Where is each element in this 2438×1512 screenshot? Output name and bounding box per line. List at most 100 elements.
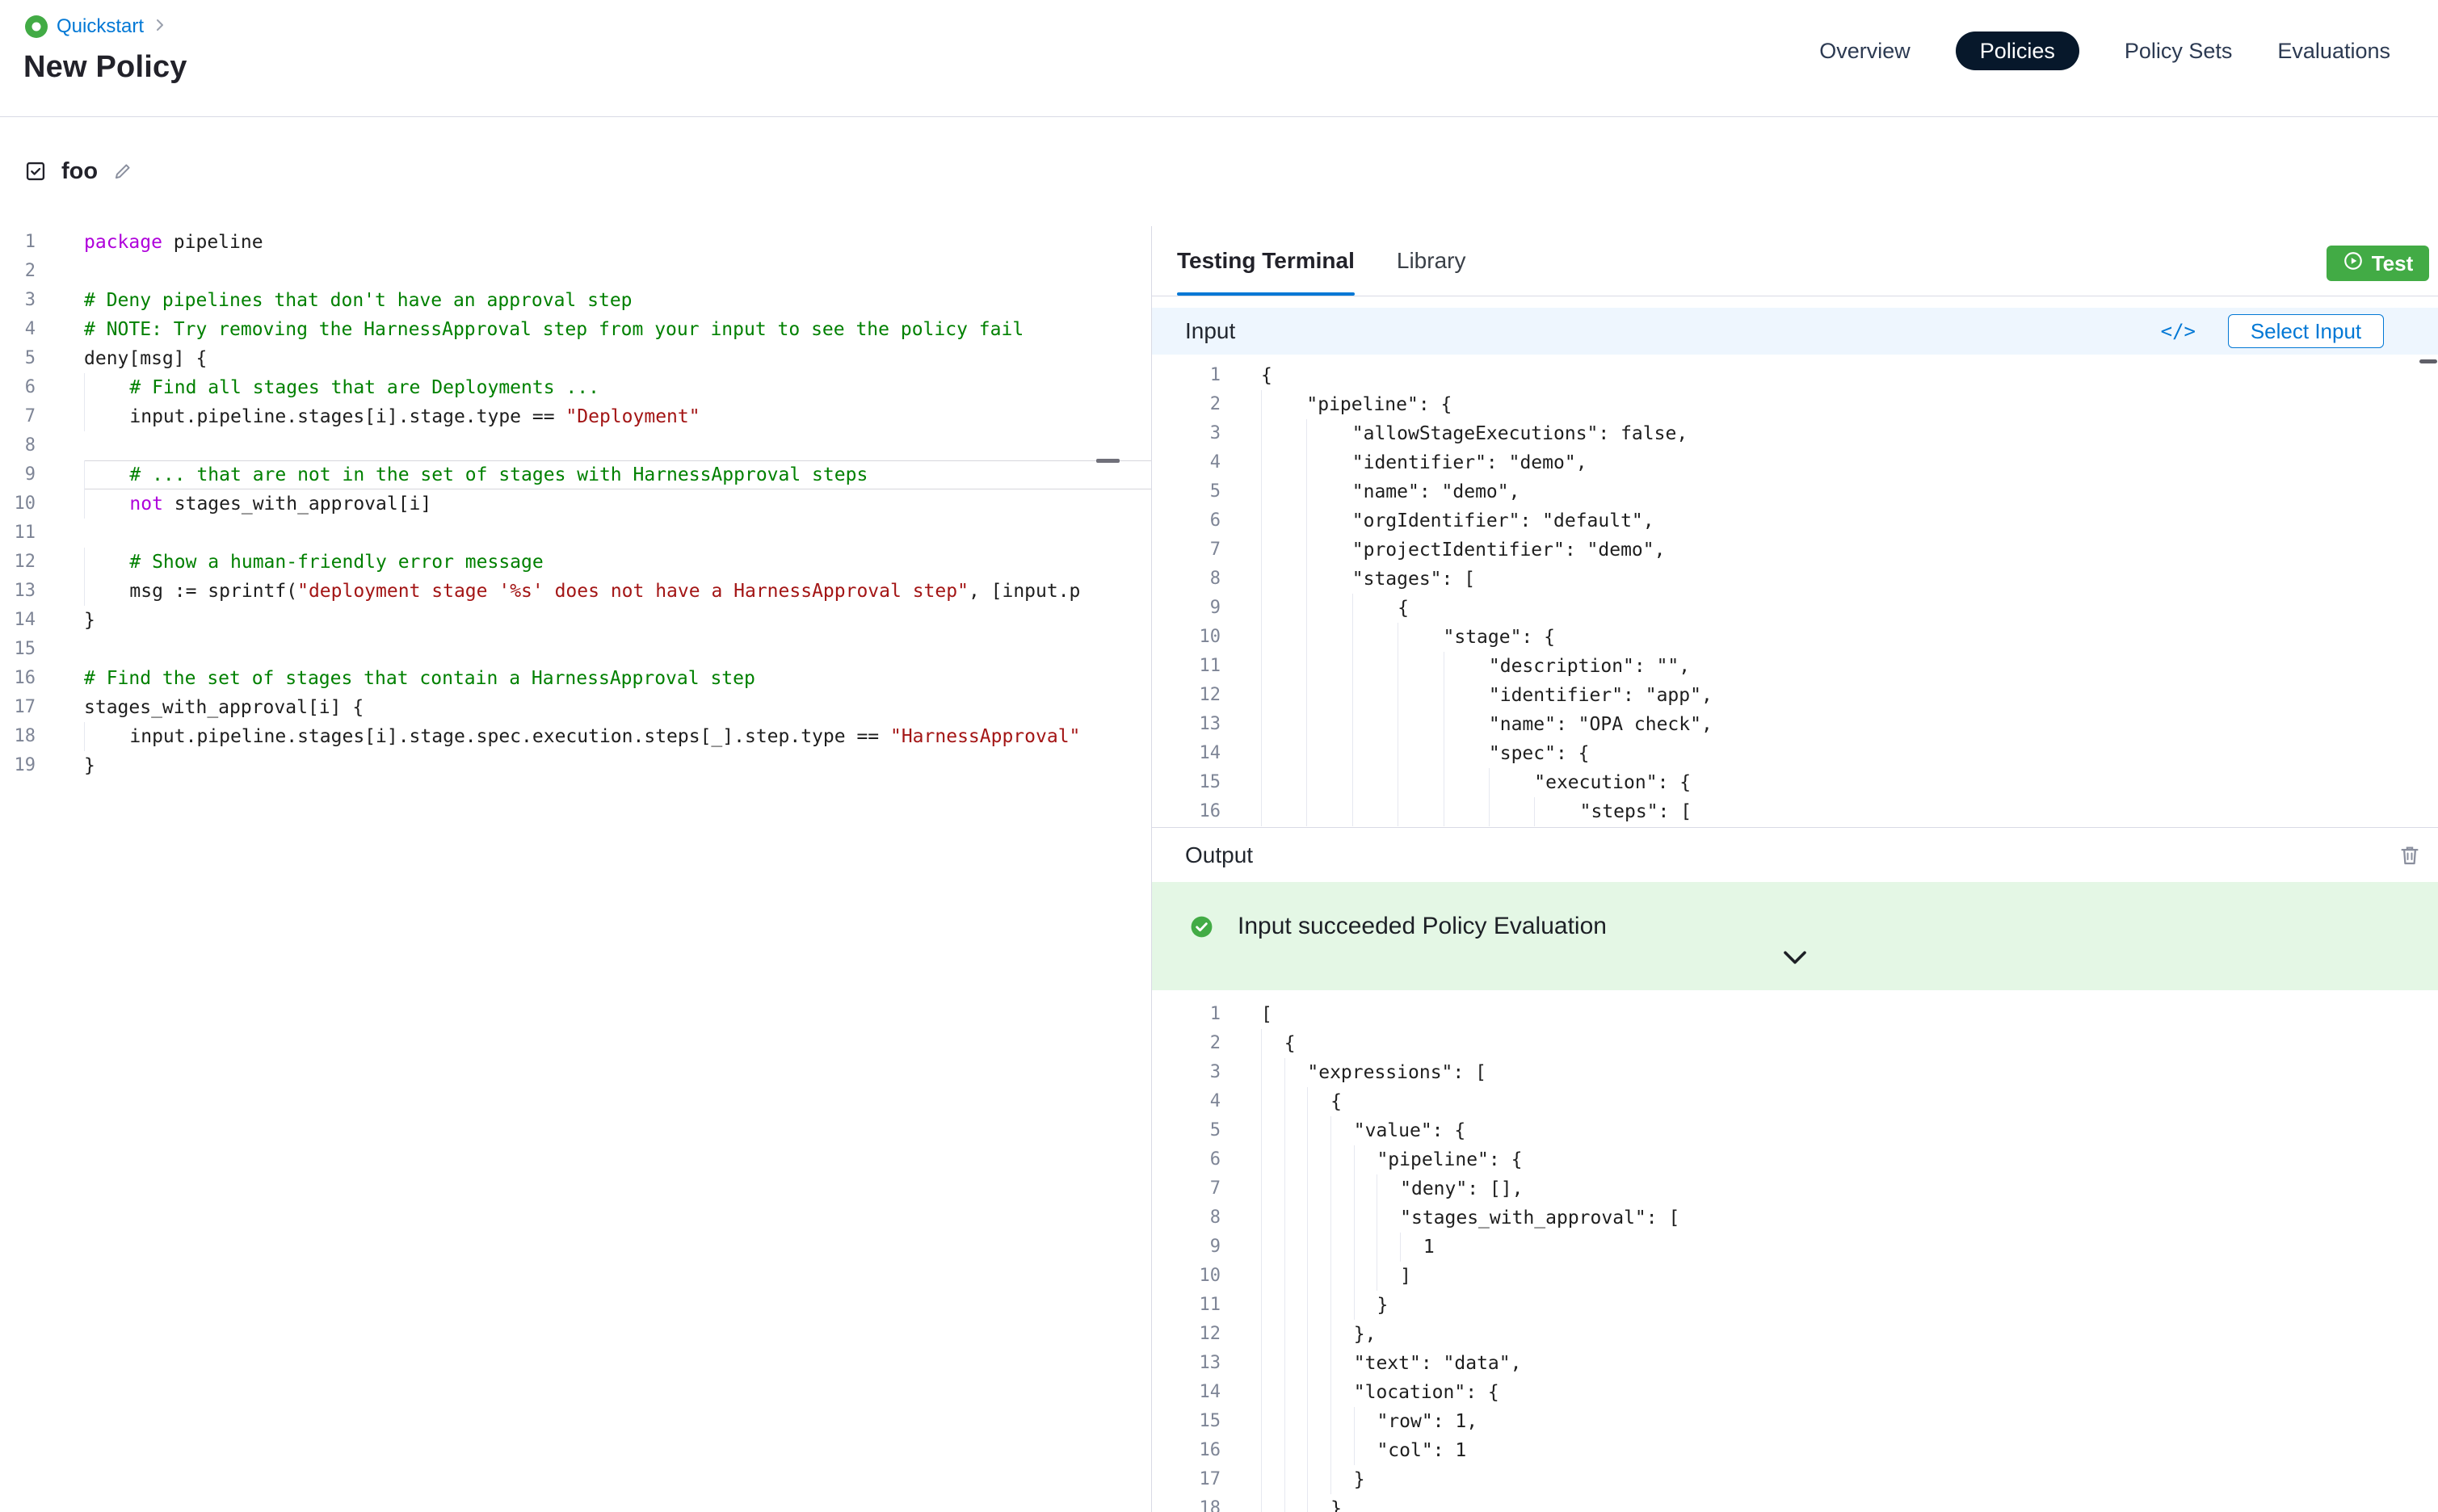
line-number: 15	[1152, 768, 1221, 797]
code-line: 19}	[0, 751, 1151, 780]
output-section-header: Output	[1152, 827, 2438, 882]
code-line: 14"spec": {	[1152, 739, 2438, 768]
code-line: 15"row": 1,	[1152, 1407, 2438, 1436]
code-line: 2{	[1152, 1029, 2438, 1058]
line-number: 15	[1152, 1407, 1221, 1436]
line-number: 18	[1152, 1494, 1221, 1512]
chevron-right-icon	[152, 17, 168, 37]
line-number: 7	[0, 402, 36, 431]
select-input-label: Select Input	[2251, 319, 2361, 344]
page-header: Quickstart New Policy Overview Policies …	[0, 0, 2438, 117]
code-line: 18input.pipeline.stages[i].stage.spec.ex…	[0, 722, 1151, 751]
line-number: 5	[1152, 477, 1221, 506]
code-line: 16"steps": [	[1152, 797, 2438, 826]
code-line: 9# ... that are not in the set of stages…	[0, 460, 1151, 489]
code-line: 17}	[1152, 1465, 2438, 1494]
tab-library[interactable]: Library	[1397, 226, 1466, 296]
policy-toolbar: foo Save Discard	[0, 117, 2438, 225]
code-line: 12},	[1152, 1320, 2438, 1349]
line-number: 6	[1152, 506, 1221, 536]
banner-message: Input succeeded Policy Evaluation	[1238, 913, 1607, 940]
line-number: 15	[0, 635, 36, 664]
code-line: 9{	[1152, 594, 2438, 623]
page-title: New Policy	[23, 50, 187, 85]
policy-name: foo	[61, 158, 98, 185]
code-line: 11	[0, 519, 1151, 548]
breadcrumb-link-quickstart[interactable]: Quickstart	[57, 15, 144, 38]
nav-tab-policy-sets[interactable]: Policy Sets	[2125, 39, 2233, 64]
input-json-editor[interactable]: 1{2"pipeline": {3"allowStageExecutions":…	[1152, 355, 2438, 827]
code-line: 4# NOTE: Try removing the HarnessApprova…	[0, 315, 1151, 344]
line-number: 19	[0, 751, 36, 780]
code-line: 6# Find all stages that are Deployments …	[0, 373, 1151, 402]
line-number: 9	[1152, 1233, 1221, 1262]
line-number: 17	[0, 693, 36, 722]
test-button-label: Test	[2372, 251, 2414, 276]
code-line: 13msg := sprintf("deployment stage '%s' …	[0, 577, 1151, 606]
project-logo-icon	[24, 15, 48, 39]
code-line: 16# Find the set of stages that contain …	[0, 664, 1151, 693]
chevron-down-icon[interactable]	[1780, 948, 1810, 973]
code-line: 3"allowStageExecutions": false,	[1152, 419, 2438, 448]
line-number: 2	[1152, 390, 1221, 419]
line-number: 12	[0, 548, 36, 577]
policy-editor[interactable]: 1package pipeline23# Deny pipelines that…	[0, 226, 1151, 1512]
code-line: 10]	[1152, 1262, 2438, 1291]
nav-tab-overview[interactable]: Overview	[1819, 39, 1910, 64]
input-scrollbar-thumb[interactable]	[2419, 359, 2437, 363]
line-number: 4	[1152, 1087, 1221, 1116]
line-number: 1	[1152, 1000, 1221, 1029]
line-number: 3	[0, 286, 36, 315]
line-number: 3	[1152, 419, 1221, 448]
code-line: 12"identifier": "app",	[1152, 681, 2438, 710]
code-line: 8	[0, 431, 1151, 460]
evaluation-success-banner: Input succeeded Policy Evaluation	[1152, 882, 2438, 990]
policy-check-icon	[24, 160, 47, 183]
clear-output-trash-icon[interactable]	[2398, 843, 2422, 872]
line-number: 10	[1152, 623, 1221, 652]
line-number: 14	[1152, 739, 1221, 768]
line-number: 18	[0, 722, 36, 751]
code-line: 3# Deny pipelines that don't have an app…	[0, 286, 1151, 315]
code-line: 7"deny": [],	[1152, 1174, 2438, 1203]
code-line: 15	[0, 635, 1151, 664]
input-label: Input	[1185, 318, 1235, 344]
code-line: 10not stages_with_approval[i]	[0, 489, 1151, 519]
code-view-icon[interactable]: </>	[2161, 308, 2196, 355]
line-number: 9	[1152, 594, 1221, 623]
select-input-button[interactable]: Select Input	[2228, 314, 2384, 348]
line-number: 8	[1152, 565, 1221, 594]
tab-testing-terminal[interactable]: Testing Terminal	[1177, 226, 1355, 296]
top-nav: Overview Policies Policy Sets Evaluation…	[1819, 13, 2390, 89]
code-line: 11"description": "",	[1152, 652, 2438, 681]
line-number: 16	[1152, 797, 1221, 826]
line-number: 16	[1152, 1436, 1221, 1465]
nav-tab-policies[interactable]: Policies	[1956, 32, 2079, 70]
line-number: 6	[0, 373, 36, 402]
testing-panel: Testing Terminal Library Test Input </> …	[1151, 226, 2438, 1512]
code-line: 10"stage": {	[1152, 623, 2438, 652]
test-button[interactable]: Test	[2327, 246, 2429, 281]
line-number: 17	[1152, 1465, 1221, 1494]
nav-tab-evaluations[interactable]: Evaluations	[2277, 39, 2390, 64]
line-number: 13	[0, 577, 36, 606]
line-number: 10	[0, 489, 36, 519]
breadcrumb: Quickstart	[24, 14, 168, 40]
output-json-viewer[interactable]: 1[2{3"expressions": [4{5"value": {6"pipe…	[1152, 990, 2438, 1512]
line-number: 2	[0, 257, 36, 286]
code-line: 2"pipeline": {	[1152, 390, 2438, 419]
code-line: 5"value": {	[1152, 1116, 2438, 1145]
code-line: 3"expressions": [	[1152, 1058, 2438, 1087]
line-number: 13	[1152, 1349, 1221, 1378]
code-line: 14}	[0, 606, 1151, 635]
code-line: 5deny[msg] {	[0, 344, 1151, 373]
code-line: 17stages_with_approval[i] {	[0, 693, 1151, 722]
edit-pencil-icon[interactable]	[112, 161, 133, 182]
line-number: 11	[1152, 1291, 1221, 1320]
code-line: 18}	[1152, 1494, 2438, 1512]
line-number: 8	[0, 431, 36, 460]
code-line: 7input.pipeline.stages[i].stage.type == …	[0, 402, 1151, 431]
line-number: 14	[0, 606, 36, 635]
line-number: 10	[1152, 1262, 1221, 1291]
line-number: 2	[1152, 1029, 1221, 1058]
